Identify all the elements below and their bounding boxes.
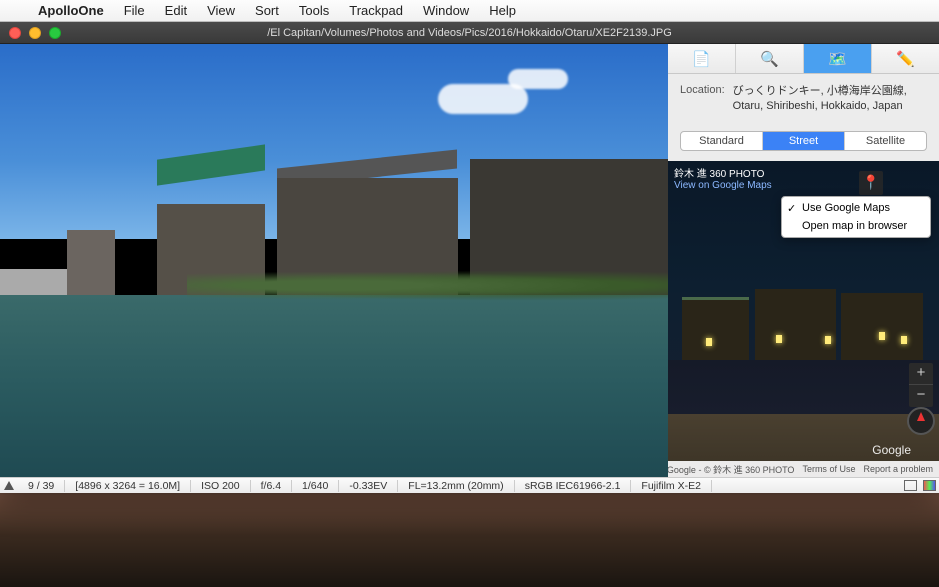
app-menu[interactable]: ApolloOne <box>28 3 114 18</box>
tab-map-icon[interactable]: 🗺️ <box>804 44 872 73</box>
traffic-lights <box>0 27 61 39</box>
menu-edit[interactable]: Edit <box>155 3 197 18</box>
system-menubar: ApolloOne File Edit View Sort Tools Trac… <box>0 0 939 22</box>
tab-edit-icon[interactable]: ✏️ <box>872 44 939 73</box>
map-type-segmented: Standard Street Satellite <box>680 131 927 151</box>
map-terms-link[interactable]: Terms of Use <box>802 464 855 474</box>
menu-help[interactable]: Help <box>479 3 526 18</box>
zoom-in-button[interactable]: + <box>909 363 933 385</box>
status-iso: ISO 200 <box>191 480 251 492</box>
menu-trackpad[interactable]: Trackpad <box>339 3 413 18</box>
menu-view[interactable]: View <box>197 3 245 18</box>
menu-sort[interactable]: Sort <box>245 3 289 18</box>
tab-search-icon[interactable]: 🔍 <box>736 44 804 73</box>
map-context-menu: Use Google Maps Open map in browser <box>781 196 931 238</box>
tab-file-icon[interactable]: 📄 <box>668 44 736 73</box>
main-window: /El Capitan/Volumes/Photos and Videos/Pi… <box>0 22 939 493</box>
status-focal: FL=13.2mm (20mm) <box>398 480 514 492</box>
menu-window[interactable]: Window <box>413 3 479 18</box>
window-title: /El Capitan/Volumes/Photos and Videos/Pi… <box>0 27 939 39</box>
status-triangle-icon[interactable] <box>4 481 14 490</box>
location-info: Location: びっくりドンキー, 小樽海岸公園線, Otaru, Shir… <box>668 74 939 125</box>
google-logo: Google <box>872 443 911 457</box>
status-camera: Fujifilm X-E2 <box>631 480 712 492</box>
menu-item-open-in-browser[interactable]: Open map in browser <box>782 217 930 235</box>
window-content: 📄 🔍 🗺️ ✏️ Location: びっくりドンキー, 小樽海岸公園線, O… <box>0 44 939 477</box>
status-index: 9 / 39 <box>18 480 65 492</box>
status-aperture: f/6.4 <box>251 480 292 492</box>
menu-tools[interactable]: Tools <box>289 3 339 18</box>
menu-item-use-google-maps[interactable]: Use Google Maps <box>782 199 930 217</box>
map-report-link[interactable]: Report a problem <box>863 464 933 474</box>
inspector-panel: 📄 🔍 🗺️ ✏️ Location: びっくりドンキー, 小樽海岸公園線, O… <box>668 44 939 477</box>
photo-viewer[interactable] <box>0 44 668 477</box>
zoom-out-button[interactable]: − <box>909 385 933 407</box>
status-colorspace: sRGB IEC61966-2.1 <box>515 480 632 492</box>
segment-satellite[interactable]: Satellite <box>845 132 926 150</box>
compass-icon[interactable] <box>907 407 935 435</box>
streetview-author: 鈴木 進 360 PHOTO <box>674 165 772 180</box>
window-zoom-button[interactable] <box>49 27 61 39</box>
map-footer: ©2016 Google - © 鈴木 進 360 PHOTO Terms of… <box>668 461 939 477</box>
status-dimensions: [4896 x 3264 = 16.0M] <box>65 480 191 492</box>
window-close-button[interactable] <box>9 27 21 39</box>
map-copyright: ©2016 Google - © 鈴木 進 360 PHOTO <box>668 463 794 476</box>
location-value: びっくりドンキー, 小樽海岸公園線, Otaru, Shiribeshi, Ho… <box>733 84 927 115</box>
status-indicator-1-icon[interactable] <box>904 480 917 491</box>
status-bar: 9 / 39 [4896 x 3264 = 16.0M] ISO 200 f/6… <box>0 477 939 493</box>
location-label: Location: <box>680 84 725 115</box>
status-shutter: 1/640 <box>292 480 339 492</box>
menu-file[interactable]: File <box>114 3 155 18</box>
photo-canvas <box>0 44 668 477</box>
window-minimize-button[interactable] <box>29 27 41 39</box>
zoom-controls: + − <box>909 363 933 407</box>
location-pin-icon[interactable]: 📍 <box>859 171 883 195</box>
status-ev: -0.33EV <box>339 480 398 492</box>
view-on-google-maps-link[interactable]: View on Google Maps <box>674 180 772 191</box>
window-titlebar[interactable]: /El Capitan/Volumes/Photos and Videos/Pi… <box>0 22 939 44</box>
segment-standard[interactable]: Standard <box>681 132 763 150</box>
status-indicator-2-icon[interactable] <box>923 480 936 491</box>
streetview-pane[interactable]: 鈴木 進 360 PHOTO View on Google Maps 📍 Use… <box>668 161 939 477</box>
inspector-toolbar: 📄 🔍 🗺️ ✏️ <box>668 44 939 74</box>
segment-street[interactable]: Street <box>763 132 845 150</box>
streetview-attribution: 鈴木 進 360 PHOTO View on Google Maps <box>674 165 772 191</box>
